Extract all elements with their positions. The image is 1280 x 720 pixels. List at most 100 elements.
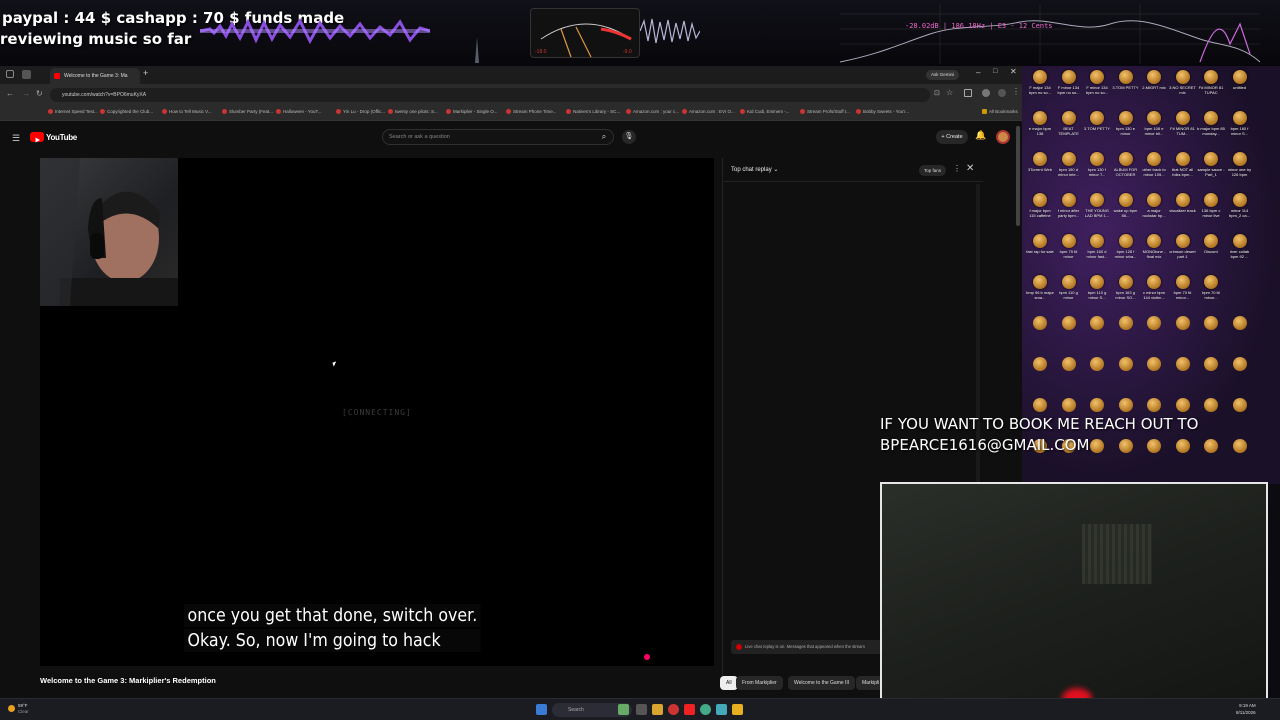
desktop-file-icon[interactable]: other track to minor 105... (1140, 152, 1168, 192)
desktop-file-icon[interactable]: bpm 130 f minor T... (1083, 152, 1111, 192)
bookmark-star-icon[interactable]: ☆ (946, 88, 953, 97)
desktop-file-icon[interactable]: bpm 110 g minor (1055, 275, 1083, 315)
audio-file-icon[interactable] (1204, 316, 1218, 330)
desktop-file-icon[interactable]: 3.TOM PETTY (1083, 111, 1111, 151)
desktop-file-icon[interactable]: river collab bpm 92 ... (1226, 234, 1254, 274)
audio-file-icon[interactable] (1118, 357, 1133, 371)
chrome-icon[interactable] (700, 704, 711, 715)
desktop-file-icon[interactable]: 3Torrent Web (1026, 152, 1054, 192)
bookmark-item[interactable]: Natives's Library - SC... (566, 109, 620, 115)
desktop-file-icon[interactable]: c minor bpm 144 victim... (1140, 275, 1168, 315)
back-icon[interactable]: ← (6, 89, 14, 98)
profile-tab-icon[interactable] (22, 70, 31, 79)
audio-file-icon[interactable] (1147, 357, 1161, 371)
bookmark-item[interactable]: Stream Profs/Stuff t... (800, 109, 850, 115)
desktop-file-icon[interactable]: 2.MIGRT mix (1140, 70, 1168, 110)
bookmark-item[interactable]: Slumber Party (Feat... (222, 109, 273, 115)
minimize-icon[interactable]: – (976, 68, 980, 77)
audio-file-icon[interactable] (1033, 357, 1047, 371)
browser-menu-icon[interactable]: ⋮ (1012, 87, 1020, 96)
youtube-logo-text[interactable]: YouTube (46, 133, 77, 142)
audio-file-icon[interactable] (1175, 357, 1190, 371)
audio-file-icon[interactable] (1118, 398, 1133, 412)
extension-puzzle-icon[interactable] (998, 89, 1006, 97)
close-window-icon[interactable]: ✕ (1010, 67, 1017, 76)
url-field[interactable]: youtube.com/watch?v=BPO6muKyXA (50, 88, 930, 102)
forward-icon[interactable]: → (22, 89, 30, 98)
top-fans-button[interactable]: Top fans (919, 165, 947, 176)
youtube-search-input[interactable]: Search or ask a question (382, 129, 614, 145)
ask-gemini-button[interactable]: Ask Gemini (926, 70, 960, 80)
desktop-file-icon[interactable]: f minor after party bpm... (1055, 193, 1083, 233)
bookmark-item[interactable]: Markiplier - Single O... (446, 109, 498, 115)
desktop-file-icon[interactable]: F# MINOR 81 TUM... (1169, 111, 1197, 151)
bookmark-item[interactable]: Stream Phone Time... (506, 109, 557, 115)
chat-close-icon[interactable]: ✕ (966, 163, 974, 174)
audio-file-icon[interactable] (1061, 316, 1076, 330)
audio-file-icon[interactable] (1090, 398, 1104, 412)
chip-filter[interactable]: From Markiplier (736, 676, 783, 690)
desktop-file-icon[interactable]: F major 134 bpm no so... (1026, 70, 1054, 110)
new-tab-button[interactable]: + (143, 68, 148, 78)
desktop-file-icon[interactable]: untitled (1226, 70, 1254, 110)
desktop-file-icon[interactable]: bpm 160 f minor S... (1226, 111, 1254, 151)
audio-file-icon[interactable] (1090, 357, 1104, 371)
extension-icon[interactable] (964, 89, 972, 97)
desktop-file-icon[interactable]: minor one try 126 bpm (1226, 152, 1254, 192)
avatar[interactable] (996, 130, 1010, 144)
desktop-file-icon[interactable]: b major bpm 85 monday... (1197, 111, 1225, 151)
maximize-icon[interactable]: □ (993, 68, 997, 75)
desktop-file-icon[interactable]: MONOtone - final mix (1140, 234, 1168, 274)
desktop-file-icon[interactable]: bpm 70 f# minor... (1169, 275, 1197, 315)
desktop-file-icon[interactable]: bpm 75 f# minor (1055, 234, 1083, 274)
audio-file-icon[interactable] (1204, 357, 1218, 371)
chat-more-icon[interactable]: ⋮ (953, 164, 961, 173)
bookmark-item[interactable]: Halloween - YouT... (276, 109, 322, 115)
youtube-logo-icon[interactable] (30, 132, 44, 143)
notifications-bell-icon[interactable]: 🔔 (975, 130, 986, 141)
chip-filter[interactable]: Welcome to the Game III (788, 676, 856, 690)
desktop-file-icon[interactable]: THE YOUNG LAD BPM 1... (1083, 193, 1111, 233)
audio-file-icon[interactable] (1204, 439, 1218, 453)
all-bookmarks[interactable]: All Bookmarks (982, 109, 1018, 115)
desktop-file-icon[interactable]: e major bpm 138 (1026, 111, 1054, 151)
clock[interactable]: 9:19 AM 8/11/2026 (1236, 702, 1256, 716)
create-button[interactable]: + Create (936, 130, 968, 144)
desktop-file-icon[interactable]: BEAT TEMPLATE (1055, 111, 1083, 151)
desktop-file-icon[interactable]: a major rockstar bp... (1140, 193, 1168, 233)
bookmark-item[interactable]: twenty one pilots: S... (388, 109, 438, 115)
tab-menu-icon[interactable] (6, 70, 14, 78)
desktop-file-icon[interactable]: bpm 150 d minor inte... (1055, 152, 1083, 192)
desktop-file-icon[interactable]: bpm 110 g minor S... (1083, 275, 1111, 315)
app-icon[interactable] (732, 704, 743, 715)
obs-icon[interactable] (668, 704, 679, 715)
chat-mode-dropdown[interactable]: Top chat replay ⌄ (731, 166, 778, 173)
desktop-file-icon[interactable]: that NOT all folks bpm... (1169, 152, 1197, 192)
desktop-file-icon[interactable]: wake up bpm 86... (1112, 193, 1140, 233)
desktop-file-icon[interactable]: F# MINOR 81 TUPAC (1197, 70, 1225, 110)
desktop-file-icon[interactable]: 3.TOM PETTY (1112, 70, 1140, 110)
audio-file-icon[interactable] (1232, 316, 1247, 330)
audio-file-icon[interactable] (1147, 398, 1161, 412)
task-view-icon[interactable] (636, 704, 647, 715)
desktop-file-icon[interactable]: minor 114 bpm_2 ca... (1226, 193, 1254, 233)
youtube-app-icon[interactable] (684, 704, 695, 715)
audio-file-icon[interactable] (1118, 316, 1133, 330)
audio-file-icon[interactable] (1232, 439, 1247, 453)
video-player[interactable]: [CONNECTING] once you get that done, swi… (40, 158, 714, 666)
desktop-file-icon[interactable]: ALBUM FOR OCTOBER (1112, 152, 1140, 192)
bookmark-item[interactable]: Bobby Sweets - You'r... (856, 109, 909, 115)
desktop-file-icon[interactable]: 3.NO SECRET mix (1169, 70, 1197, 110)
desktop-file-icon[interactable]: Discord (1197, 234, 1225, 274)
desktop-file-icon[interactable]: F minor 134 bpm no so... (1083, 70, 1111, 110)
audio-file-icon[interactable] (1232, 357, 1247, 371)
desktop-file-icon[interactable]: bpm 70 f# minor... (1197, 275, 1225, 315)
file-explorer-icon[interactable] (652, 704, 663, 715)
desktop-file-icon[interactable]: fast rap for sale (1026, 234, 1054, 274)
desktop-file-icon[interactable]: sample sauce - Part_1 (1197, 152, 1225, 192)
page-scrollbar[interactable] (1016, 126, 1020, 226)
desktop-file-icon[interactable]: bmp 96 b major sma... (1026, 275, 1054, 315)
microphone-icon[interactable]: 🎙 (622, 130, 636, 144)
start-icon[interactable] (536, 704, 547, 715)
audio-file-icon[interactable] (1175, 398, 1190, 412)
